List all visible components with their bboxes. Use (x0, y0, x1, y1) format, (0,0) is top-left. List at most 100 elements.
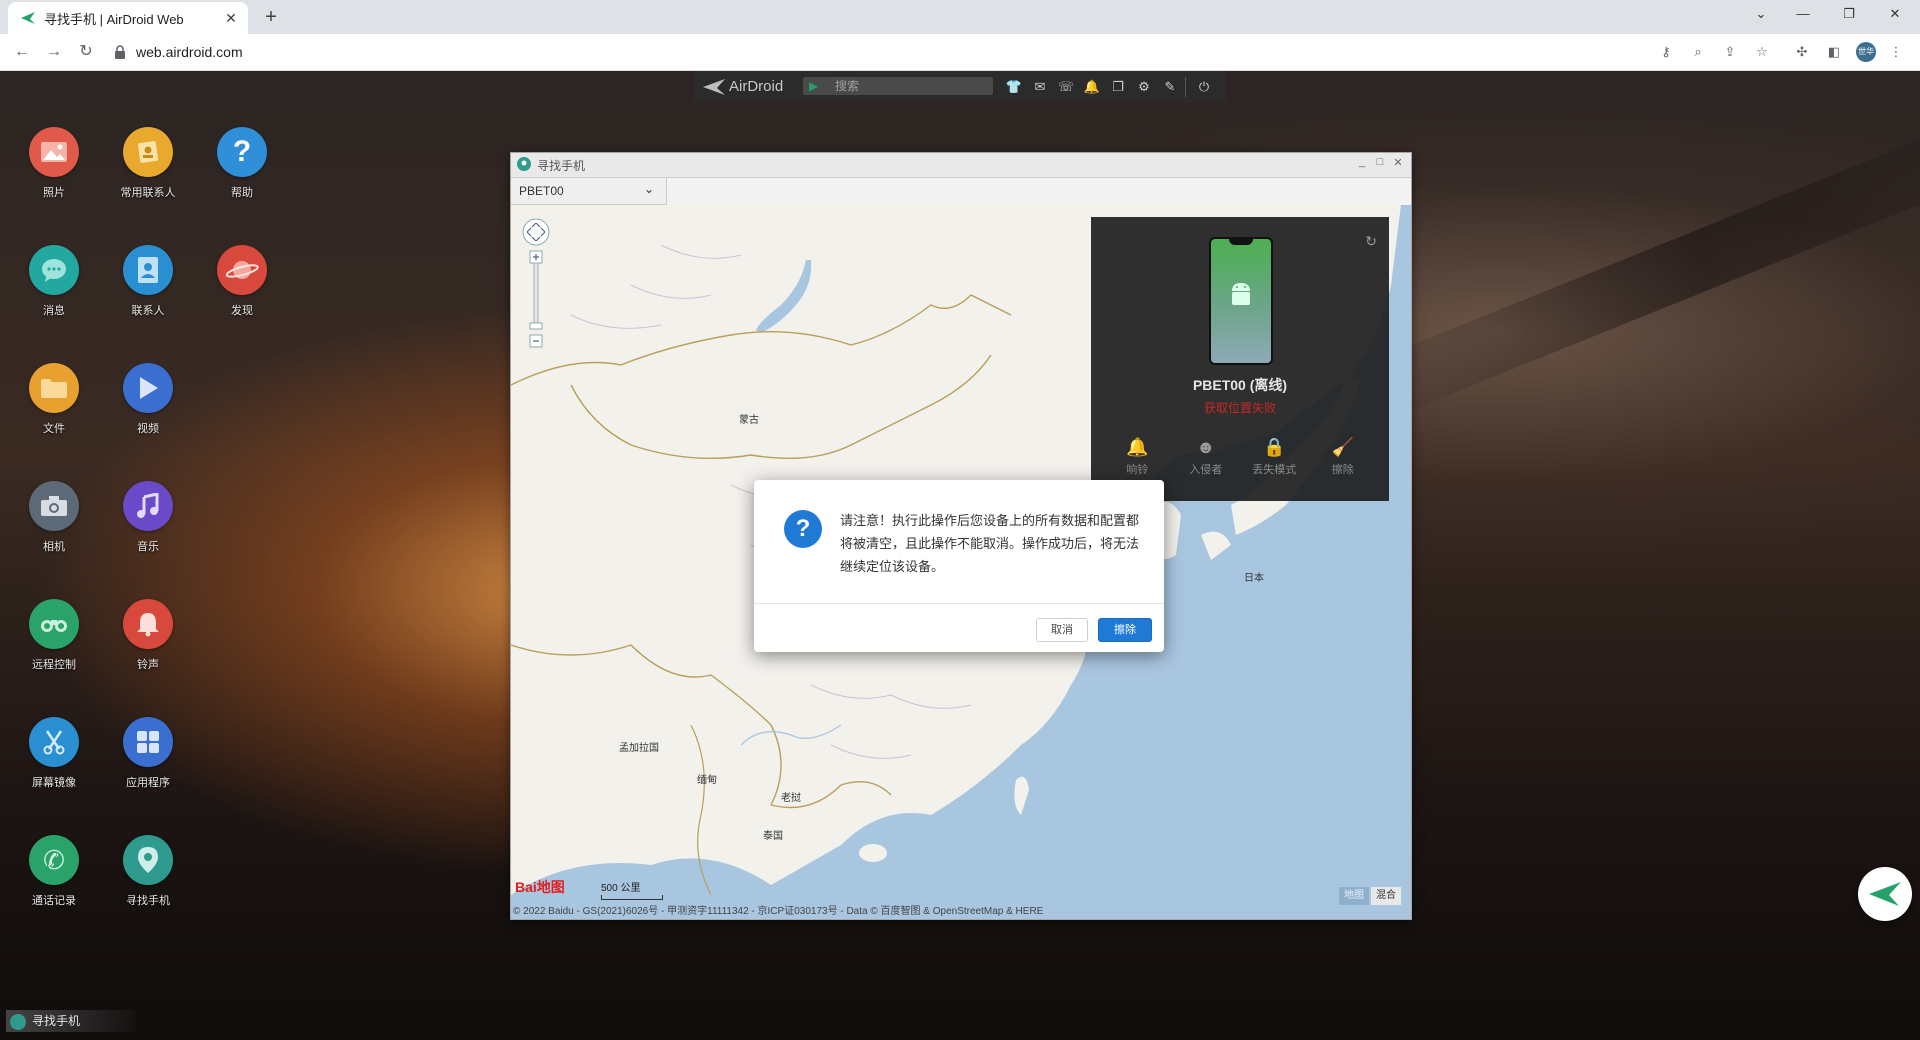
clipboard-icon[interactable]: ❐ (1109, 78, 1127, 96)
discover-planet-icon (217, 245, 267, 295)
app-contacts[interactable]: 联系人 (108, 245, 188, 318)
settings-gear-icon[interactable]: ⚙ (1135, 78, 1153, 96)
refresh-icon[interactable]: ↻ (1365, 233, 1377, 250)
app-label: 应用程序 (126, 777, 170, 789)
menu-kebab-icon[interactable]: ⋮ (1886, 42, 1906, 62)
minimize-button[interactable]: — (1782, 0, 1824, 30)
map-navigation-control[interactable] (521, 217, 551, 380)
music-note-icon (123, 481, 173, 531)
window-close-icon[interactable]: ✕ (1391, 156, 1405, 172)
airdroid-arrow-icon (1869, 882, 1901, 906)
share-icon[interactable]: ⇪ (1720, 42, 1740, 62)
edit-pen-icon[interactable]: ✎ (1161, 78, 1179, 96)
taskbar-item-find-phone[interactable]: 寻找手机 (6, 1010, 136, 1032)
map-type-map-button[interactable]: 地图 (1339, 887, 1369, 905)
browser-tab[interactable]: 寻找手机 | AirDroid Web ✕ (8, 2, 248, 34)
map-label-mongolia: 蒙古 (739, 415, 759, 426)
question-icon: ? (784, 510, 822, 548)
tab-close-icon[interactable]: ✕ (222, 10, 240, 27)
app-files[interactable]: 文件 (14, 363, 94, 436)
airdroid-desktop: AirDroid ▶ 搜索 👕 ✉ ☏ 🔔 ❐ ⚙ ✎ ⏻ 照片 常用联系人 ?… (0, 71, 1920, 1040)
intruder-icon: ☻ (1196, 437, 1216, 457)
app-photos[interactable]: 照片 (14, 127, 94, 200)
scissors-icon (29, 717, 79, 767)
app-label: 常用联系人 (120, 187, 176, 199)
reload-icon[interactable]: ↻ (74, 40, 98, 64)
location-pin-icon (123, 835, 173, 885)
app-videos[interactable]: 视频 (108, 363, 188, 436)
camera-icon (29, 481, 79, 531)
action-label: 响铃 (1126, 464, 1149, 476)
extensions-icon[interactable]: ✣ (1792, 42, 1812, 62)
tab-title: 寻找手机 | AirDroid Web (44, 11, 184, 27)
erase-action[interactable]: 🧹 擦除 (1309, 437, 1378, 489)
lost-mode-action[interactable]: 🔒 丢失模式 (1240, 437, 1309, 489)
bell-icon: 🔔 (1126, 437, 1149, 457)
app-label: 铃声 (137, 659, 159, 671)
airdroid-search-input[interactable]: ▶ 搜索 (803, 77, 993, 95)
tab-search-icon[interactable]: ⌄ (1740, 0, 1782, 30)
taskbar: 寻找手机 (0, 1004, 1920, 1040)
app-label: 联系人 (131, 305, 165, 317)
window-close-button[interactable]: ✕ (1874, 0, 1916, 30)
map-copyright: © 2022 Baidu - GS(2021)6026号 - 甲测资字11111… (513, 906, 1044, 917)
device-name: PBET00 (离线) (1192, 377, 1288, 393)
device-select-value: PBET00 (519, 184, 564, 198)
address-bar[interactable]: web.airdroid.com (108, 39, 1668, 65)
device-info-panel: ↻ PBET00 (离线) 获取位置失败 🔔 响铃 ☻ 入侵者 🔒 丢失模式 🧹… (1091, 217, 1389, 501)
app-label: 帮助 (231, 187, 253, 199)
map-type-hybrid-button[interactable]: 混合 (1371, 887, 1401, 905)
app-find-phone[interactable]: 寻找手机 (108, 835, 188, 908)
binoculars-icon (29, 599, 79, 649)
app-camera[interactable]: 相机 (14, 481, 94, 554)
profile-avatar[interactable]: 世华 (1856, 42, 1876, 62)
forward-icon[interactable]: → (42, 40, 66, 64)
phone-illustration (1209, 237, 1273, 365)
bookmark-star-icon[interactable]: ☆ (1752, 42, 1772, 62)
map-label-laos: 老挝 (781, 793, 801, 804)
lock-icon: 🔒 (1263, 437, 1286, 457)
phone-icon[interactable]: ☏ (1057, 78, 1075, 96)
app-help[interactable]: ? 帮助 (202, 127, 282, 200)
app-music[interactable]: 音乐 (108, 481, 188, 554)
airdroid-logo-icon (703, 79, 725, 95)
google-play-icon: ▶ (809, 79, 819, 93)
airdroid-float-button[interactable] (1858, 867, 1912, 921)
window-maximize-icon[interactable]: □ (1373, 156, 1387, 172)
action-label: 入侵者 (1189, 464, 1223, 476)
taskbar-item-label: 寻找手机 (32, 1014, 81, 1028)
app-screen-mirror[interactable]: 屏幕镜像 (14, 717, 94, 790)
location-pin-icon (10, 1013, 26, 1030)
back-icon[interactable]: ← (10, 40, 34, 64)
app-remote-control[interactable]: 远程控制 (14, 599, 94, 672)
app-label: 相机 (43, 541, 65, 553)
erase-button[interactable]: 擦除 (1098, 618, 1152, 642)
app-ringtones[interactable]: 铃声 (108, 599, 188, 672)
airdroid-logo-text: AirDroid (729, 78, 784, 95)
side-panel-icon[interactable]: ◧ (1824, 42, 1844, 62)
power-icon[interactable]: ⏻ (1195, 78, 1213, 96)
restore-button[interactable]: ❐ (1828, 0, 1870, 30)
key-icon[interactable]: ⚷ (1656, 42, 1676, 62)
window-titlebar[interactable]: 寻找手机 _ □ ✕ (511, 153, 1411, 178)
zoom-icon[interactable]: ⌕ (1688, 42, 1708, 62)
url-text: web.airdroid.com (136, 44, 243, 60)
app-favorite-contacts[interactable]: 常用联系人 (108, 127, 188, 200)
app-messages[interactable]: 消息 (14, 245, 94, 318)
phone-call-icon: ✆ (29, 835, 79, 885)
app-label: 音乐 (137, 541, 159, 553)
new-tab-button[interactable]: + (258, 4, 284, 30)
intruder-action[interactable]: ☻ 入侵者 (1172, 437, 1241, 489)
map-label-myanmar: 缅甸 (697, 775, 717, 786)
airdroid-toolbar: AirDroid ▶ 搜索 👕 ✉ ☏ 🔔 ❐ ⚙ ✎ ⏻ (693, 71, 1227, 102)
app-applications[interactable]: 应用程序 (108, 717, 188, 790)
cancel-button[interactable]: 取消 (1036, 618, 1088, 642)
bell-icon[interactable]: 🔔 (1083, 78, 1101, 96)
shirt-icon[interactable]: 👕 (1005, 78, 1023, 96)
app-discover[interactable]: 发现 (202, 245, 282, 318)
device-select[interactable]: PBET00 ⌄ (511, 178, 667, 205)
airdroid-favicon-icon (21, 12, 35, 24)
mail-icon[interactable]: ✉ (1031, 78, 1049, 96)
app-call-logs[interactable]: ✆ 通话记录 (14, 835, 94, 908)
window-minimize-icon[interactable]: _ (1355, 156, 1369, 172)
